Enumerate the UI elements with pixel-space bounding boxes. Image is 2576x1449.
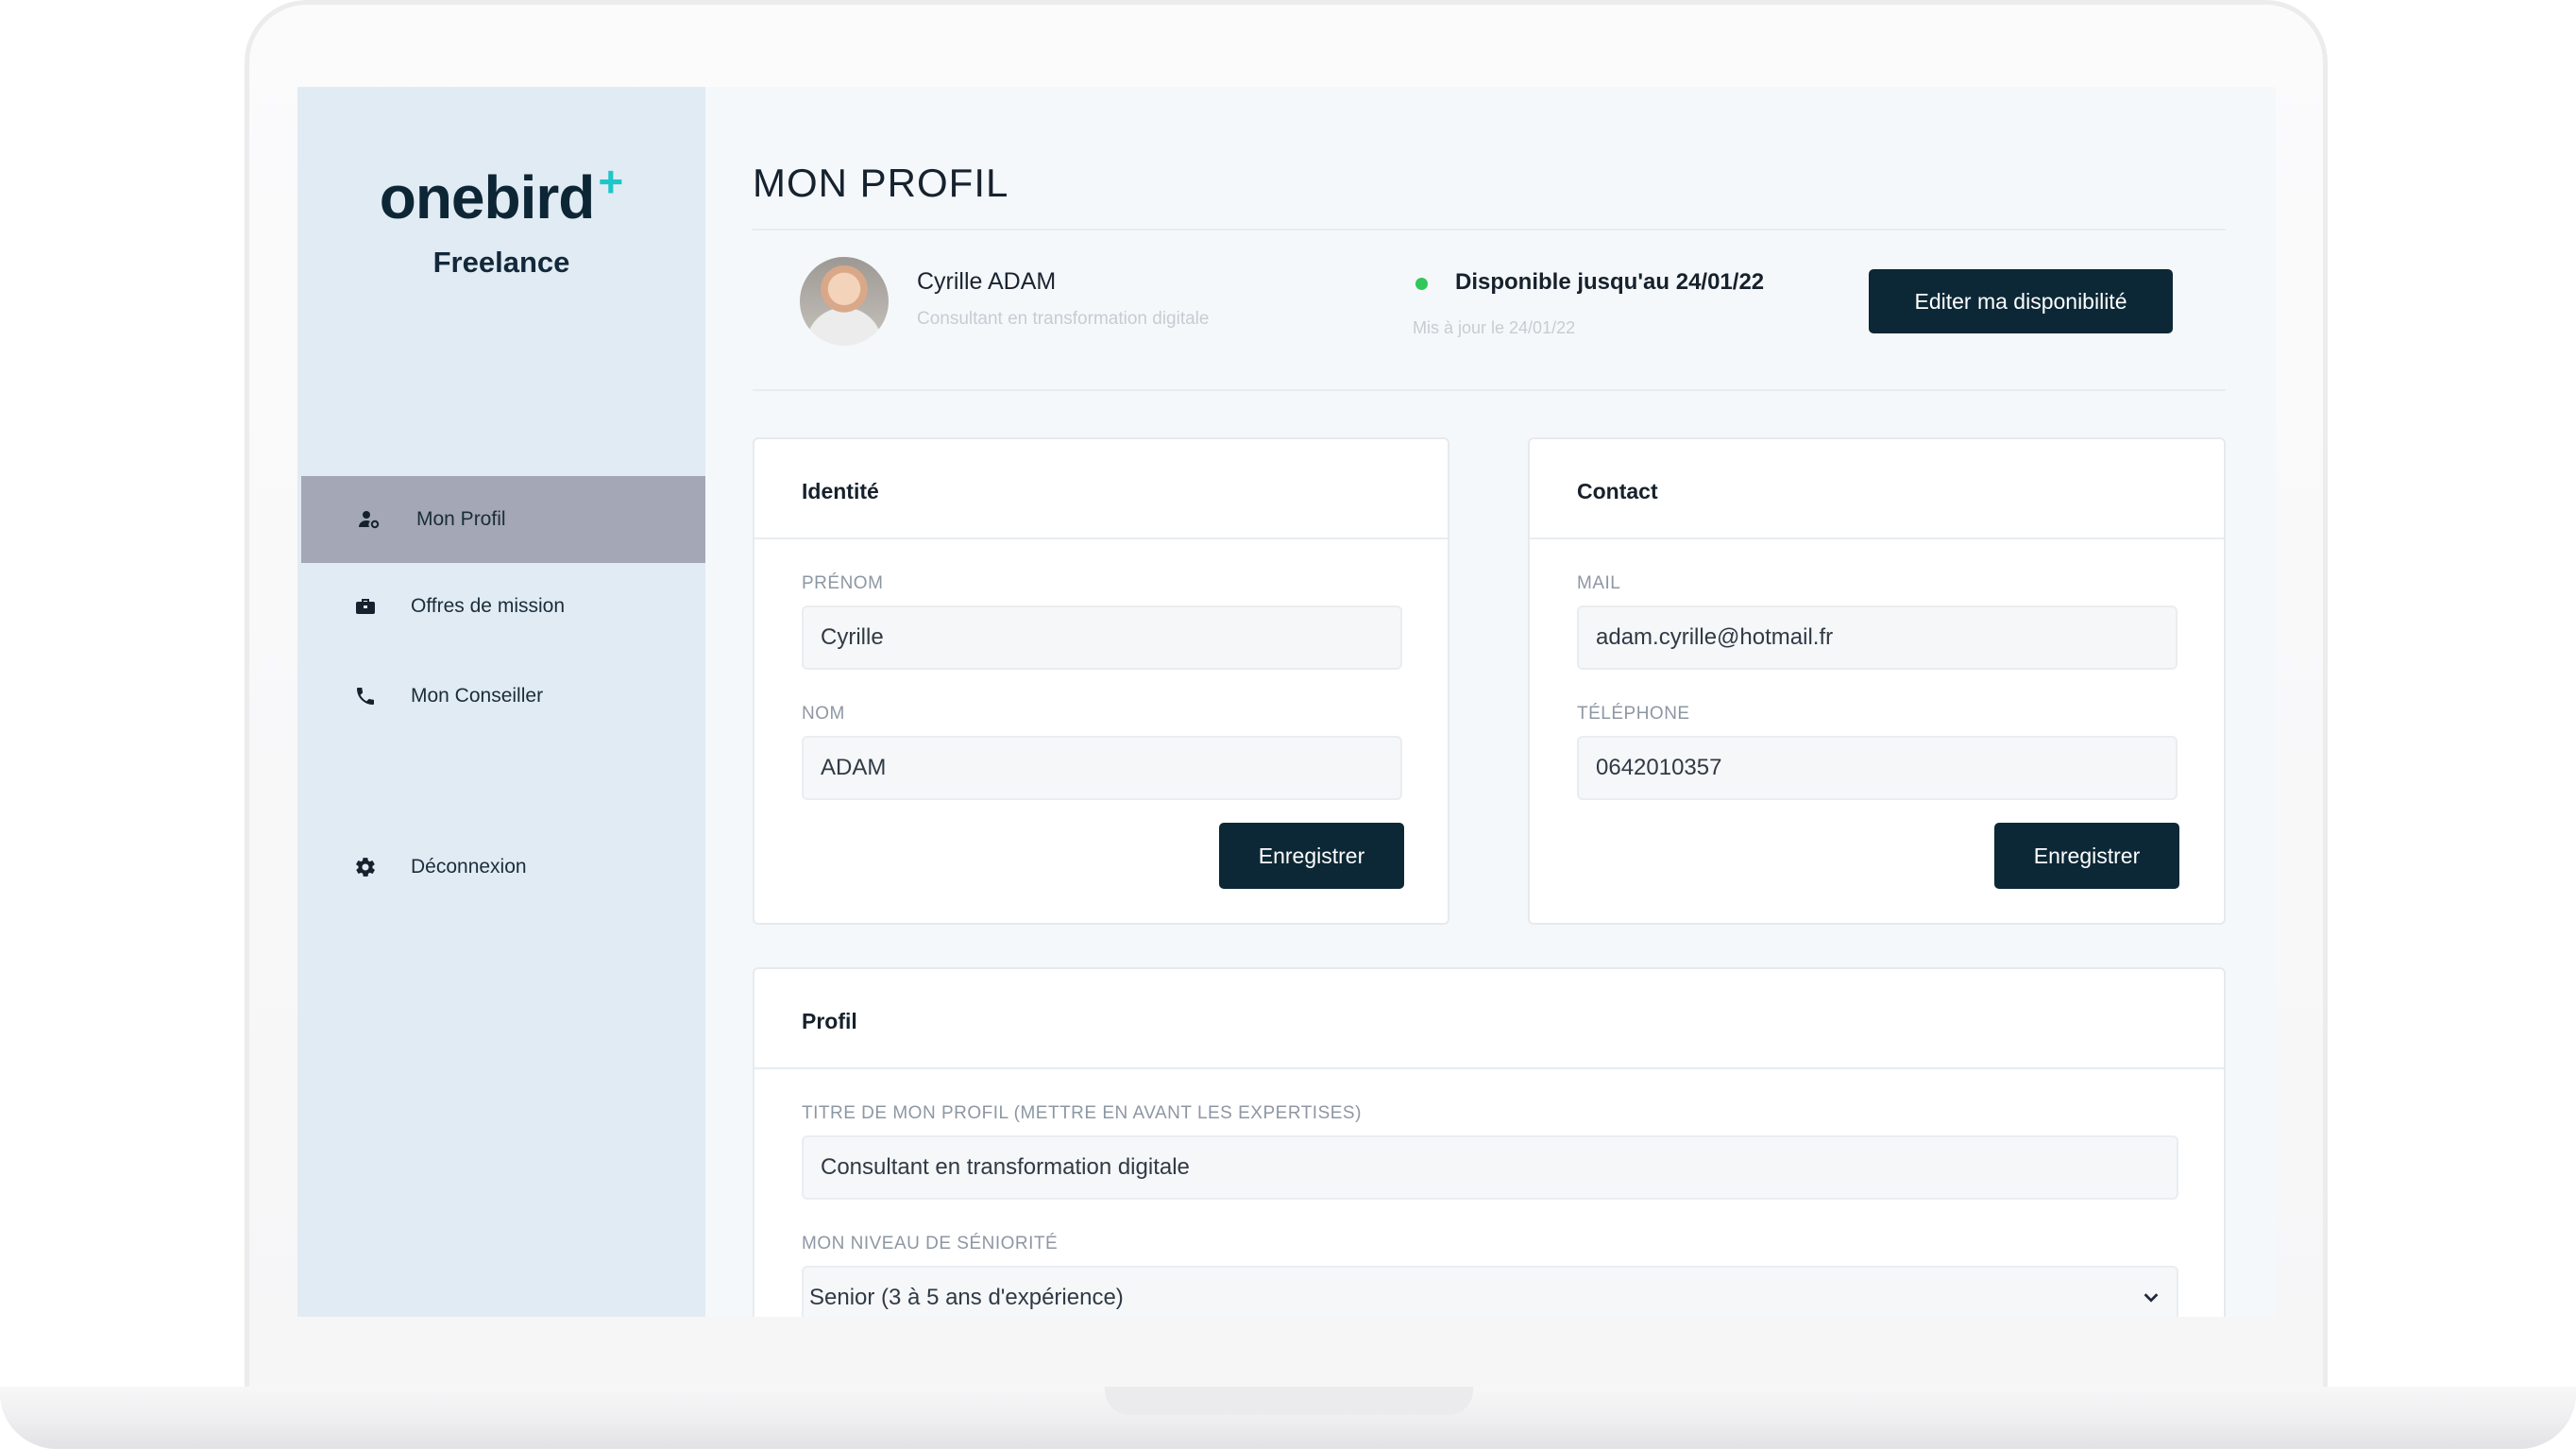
seniority-select[interactable]: Senior (3 à 5 ans d'expérience) <box>802 1266 2178 1317</box>
header-divider <box>753 229 2226 230</box>
user-role: Consultant en transformation digitale <box>917 309 1210 329</box>
phone-label: TÉLÉPHONE <box>1577 704 1690 724</box>
chevron-down-icon <box>2144 1293 2159 1303</box>
seniority-selected-value: Senior (3 à 5 ans d'expérience) <box>809 1285 1124 1310</box>
availability-status-dot <box>1415 278 1428 290</box>
brand-subtitle: Freelance <box>432 246 570 279</box>
profile-card-title: Profil <box>802 1009 857 1033</box>
main-content: MON PROFIL Cyrille ADAM Consultant en tr… <box>705 87 2276 1317</box>
sidebar: onebird + Freelance Mon Profil Offres de… <box>297 87 705 1317</box>
card-divider <box>754 537 1448 539</box>
seniority-label: MON NIVEAU DE SÉNIORITÉ <box>802 1234 1059 1253</box>
sidebar-item-label: Déconnexion <box>411 856 527 878</box>
sidebar-item-label: Mon Conseiller <box>411 685 544 707</box>
sidebar-item-label: Mon Profil <box>416 508 506 530</box>
avatar <box>800 257 889 346</box>
briefcase-icon <box>354 595 377 618</box>
identity-card-title: Identité <box>802 479 879 503</box>
contact-card-title: Contact <box>1577 479 1658 503</box>
sidebar-item-label: Offres de mission <box>411 595 566 617</box>
logo-plus-icon: + <box>598 157 624 206</box>
phone-icon <box>354 685 377 707</box>
firstname-label: PRÉNOM <box>802 573 884 593</box>
sidebar-item-mon-conseiller[interactable]: Mon Conseiller <box>301 653 705 740</box>
profile-headline-field[interactable]: Consultant en transformation digitale <box>802 1135 2178 1200</box>
save-contact-button[interactable]: Enregistrer <box>1994 823 2179 889</box>
profile-card: Profil TITRE DE MON PROFIL (METTRE EN AV… <box>753 967 2226 1317</box>
user-name: Cyrille ADAM <box>917 268 1057 295</box>
firstname-field[interactable]: Cyrille <box>802 605 1402 670</box>
brand: onebird + Freelance <box>297 157 705 280</box>
laptop-notch <box>1105 1387 1473 1415</box>
logo[interactable]: onebird + <box>379 157 624 232</box>
summary-divider <box>753 389 2226 391</box>
gear-icon <box>354 856 377 878</box>
availability-updated: Mis à jour le 24/01/22 <box>1413 318 1576 337</box>
edit-availability-button[interactable]: Editer ma disponibilité <box>1869 269 2173 333</box>
card-divider <box>754 1067 2224 1069</box>
save-identity-button[interactable]: Enregistrer <box>1219 823 1404 889</box>
contact-card: Contact MAIL adam.cyrille@hotmail.fr TÉL… <box>1528 437 2226 925</box>
sidebar-item-mon-profil[interactable]: Mon Profil <box>301 476 705 563</box>
lastname-label: NOM <box>802 704 845 724</box>
phone-field[interactable]: 0642010357 <box>1577 736 2178 800</box>
lastname-field[interactable]: ADAM <box>802 736 1402 800</box>
sidebar-item-offres-de-mission[interactable]: Offres de mission <box>301 563 705 650</box>
card-divider <box>1530 537 2224 539</box>
availability-status: Disponible jusqu'au 24/01/22 <box>1455 269 1765 295</box>
mail-label: MAIL <box>1577 573 1621 593</box>
identity-card: Identité PRÉNOM Cyrille NOM ADAM Enregis… <box>753 437 1449 925</box>
page-title: MON PROFIL <box>753 161 1009 205</box>
mail-field[interactable]: adam.cyrille@hotmail.fr <box>1577 605 2178 670</box>
sidebar-item-deconnexion[interactable]: Déconnexion <box>301 824 705 911</box>
logo-wordmark: onebird <box>379 163 596 231</box>
profile-headline-label: TITRE DE MON PROFIL (METTRE EN AVANT LES… <box>802 1103 1362 1123</box>
app-screen: onebird + Freelance Mon Profil Offres de… <box>297 87 2276 1317</box>
user-gear-icon <box>358 508 381 531</box>
